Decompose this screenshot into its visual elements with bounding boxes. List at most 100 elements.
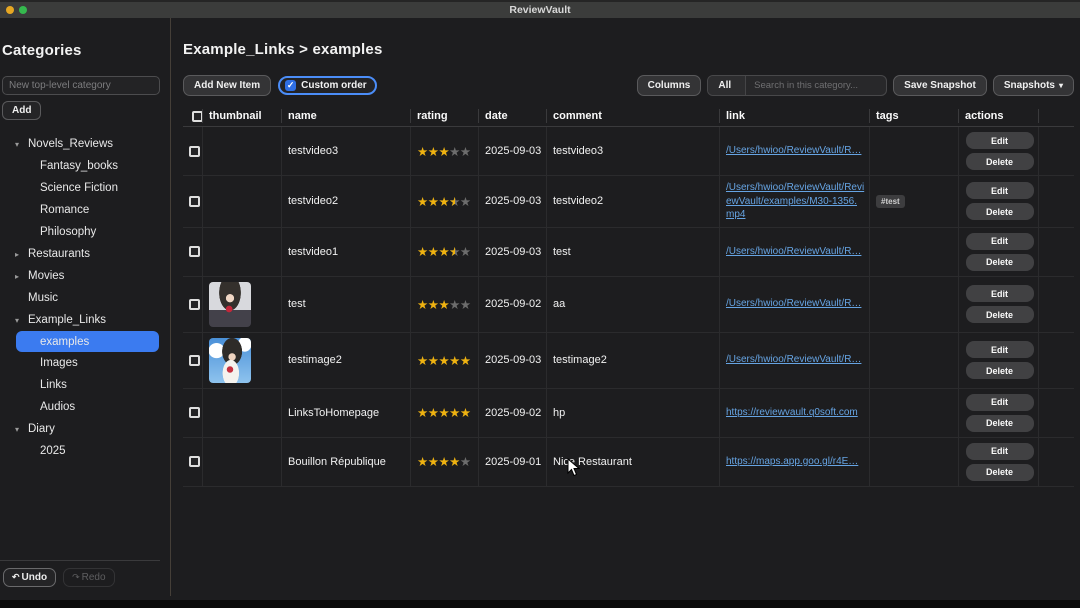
sidebar-item-movies[interactable]: ▸ Movies xyxy=(0,265,170,287)
sidebar-item-restaurants[interactable]: ▸ Restaurants xyxy=(0,243,170,265)
save-snapshot-button[interactable]: Save Snapshot xyxy=(893,75,987,96)
edit-button[interactable]: Edit xyxy=(966,443,1034,460)
row-checkbox[interactable] xyxy=(189,299,200,310)
new-category-input[interactable] xyxy=(2,76,160,95)
add-category-button[interactable]: Add xyxy=(2,101,41,120)
redo-button[interactable]: ↷Redo xyxy=(63,568,114,587)
edit-button[interactable]: Edit xyxy=(966,233,1034,250)
row-checkbox[interactable] xyxy=(189,196,200,207)
undo-button[interactable]: ↶Undo xyxy=(3,568,56,587)
item-link[interactable]: /Users/hwioo/ReviewVault/R… xyxy=(726,245,861,259)
star-icon: ★ xyxy=(438,405,449,420)
filter-field-select[interactable]: All xyxy=(708,76,746,95)
sidebar-item-philosophy[interactable]: Philosophy xyxy=(0,221,170,243)
row-checkbox[interactable] xyxy=(189,355,200,366)
star-icon: ★★ xyxy=(449,194,460,209)
tree-arrow-icon[interactable]: ▾ xyxy=(15,316,28,325)
delete-button[interactable]: Delete xyxy=(966,203,1034,220)
item-date: 2025-09-02 xyxy=(478,277,546,332)
sidebar-category-label: Audios xyxy=(40,401,75,413)
custom-order-label: Custom order xyxy=(301,80,367,91)
col-header-date: date xyxy=(478,109,546,123)
row-spacer xyxy=(1038,228,1074,276)
edit-button[interactable]: Edit xyxy=(966,341,1034,358)
thumbnail-cell xyxy=(202,176,281,227)
thumbnail-cell xyxy=(202,228,281,276)
redo-label: Redo xyxy=(82,572,106,583)
tree-arrow-icon[interactable]: ▸ xyxy=(15,272,28,281)
table-row: test ★★★★★ 2025-09-02 aa /Users/hwioo/Re… xyxy=(183,277,1074,333)
sidebar-category-label: examples xyxy=(40,336,89,348)
columns-button[interactable]: Columns xyxy=(637,75,702,96)
sidebar-item-music[interactable]: Music xyxy=(0,287,170,309)
custom-order-toggle[interactable]: ✓ Custom order xyxy=(278,76,377,95)
star-icon: ★ xyxy=(417,194,428,209)
sidebar-item-2025[interactable]: 2025 xyxy=(0,440,170,462)
star-icon: ★ xyxy=(460,454,471,469)
col-header-name: name xyxy=(281,109,410,123)
edit-button[interactable]: Edit xyxy=(966,132,1034,149)
edit-button[interactable]: Edit xyxy=(966,285,1034,302)
thumbnail-image-anime-sky[interactable] xyxy=(209,338,251,383)
tags-cell: #test xyxy=(869,176,958,227)
item-link[interactable]: /Users/hwioo/ReviewVault/ReviewVault/exa… xyxy=(726,181,865,222)
item-link[interactable]: https://reviewvault.q0soft.com xyxy=(726,406,858,420)
delete-button[interactable]: Delete xyxy=(966,362,1034,379)
item-link[interactable]: /Users/hwioo/ReviewVault/R… xyxy=(726,297,861,311)
item-comment: Nice Restaurant xyxy=(546,438,719,486)
snapshots-label: Snapshots xyxy=(1004,80,1055,91)
item-link[interactable]: /Users/hwioo/ReviewVault/R… xyxy=(726,353,861,367)
tree-arrow-icon[interactable]: ▾ xyxy=(15,140,28,149)
snapshots-menu-button[interactable]: Snapshots ▾ xyxy=(993,75,1074,96)
star-icon: ★ xyxy=(438,454,449,469)
category-tree: ▾ Novels_Reviews Fantasy_books Science F… xyxy=(0,133,170,462)
sidebar-item-images[interactable]: Images xyxy=(0,352,170,374)
thumbnail-cell xyxy=(202,438,281,486)
tags-cell xyxy=(869,438,958,486)
row-checkbox[interactable] xyxy=(189,246,200,257)
item-date: 2025-09-03 xyxy=(478,333,546,388)
delete-button[interactable]: Delete xyxy=(966,306,1034,323)
row-spacer xyxy=(1038,333,1074,388)
item-comment: hp xyxy=(546,389,719,437)
add-new-item-button[interactable]: Add New Item xyxy=(183,75,271,96)
edit-button[interactable]: Edit xyxy=(966,182,1034,199)
item-date: 2025-09-03 xyxy=(478,127,546,175)
actions-cell: Edit Delete xyxy=(958,228,1038,276)
actions-cell: Edit Delete xyxy=(958,333,1038,388)
sidebar-item-novels-reviews[interactable]: ▾ Novels_Reviews xyxy=(0,133,170,155)
sidebar-footer-divider xyxy=(0,560,160,561)
sidebar-item-audios[interactable]: Audios xyxy=(0,396,170,418)
row-checkbox[interactable] xyxy=(189,456,200,467)
tree-arrow-icon[interactable]: ▾ xyxy=(15,425,28,434)
search-input[interactable] xyxy=(746,76,886,95)
row-checkbox[interactable] xyxy=(189,146,200,157)
sidebar-item-fantasy-books[interactable]: Fantasy_books xyxy=(0,155,170,177)
thumbnail-image-anime-portrait[interactable] xyxy=(209,282,251,327)
tags-cell xyxy=(869,277,958,332)
row-checkbox[interactable] xyxy=(189,407,200,418)
search-group: All xyxy=(707,75,887,96)
tree-arrow-icon[interactable]: ▸ xyxy=(15,250,28,259)
items-table: thumbnail name rating date comment link … xyxy=(183,106,1074,487)
item-name: testvideo2 xyxy=(281,176,410,227)
delete-button[interactable]: Delete xyxy=(966,153,1034,170)
item-date: 2025-09-02 xyxy=(478,389,546,437)
chevron-down-icon: ▾ xyxy=(1059,81,1063,90)
item-link[interactable]: https://maps.app.goo.gl/r4E… xyxy=(726,455,858,469)
delete-button[interactable]: Delete xyxy=(966,464,1034,481)
sidebar-item-examples[interactable]: examples xyxy=(16,331,159,352)
item-link[interactable]: /Users/hwioo/ReviewVault/R… xyxy=(726,144,861,158)
delete-button[interactable]: Delete xyxy=(966,254,1034,271)
sidebar-item-example-links[interactable]: ▾ Example_Links xyxy=(0,309,170,331)
edit-button[interactable]: Edit xyxy=(966,394,1034,411)
window-title: ReviewVault xyxy=(0,4,1080,16)
sidebar-item-science-fiction[interactable]: Science Fiction xyxy=(0,177,170,199)
thumbnail-cell xyxy=(202,389,281,437)
delete-button[interactable]: Delete xyxy=(966,415,1034,432)
sidebar-category-label: Science Fiction xyxy=(40,182,118,194)
sidebar-item-diary[interactable]: ▾ Diary xyxy=(0,418,170,440)
sidebar-item-romance[interactable]: Romance xyxy=(0,199,170,221)
sidebar-item-links[interactable]: Links xyxy=(0,374,170,396)
tags-cell xyxy=(869,127,958,175)
